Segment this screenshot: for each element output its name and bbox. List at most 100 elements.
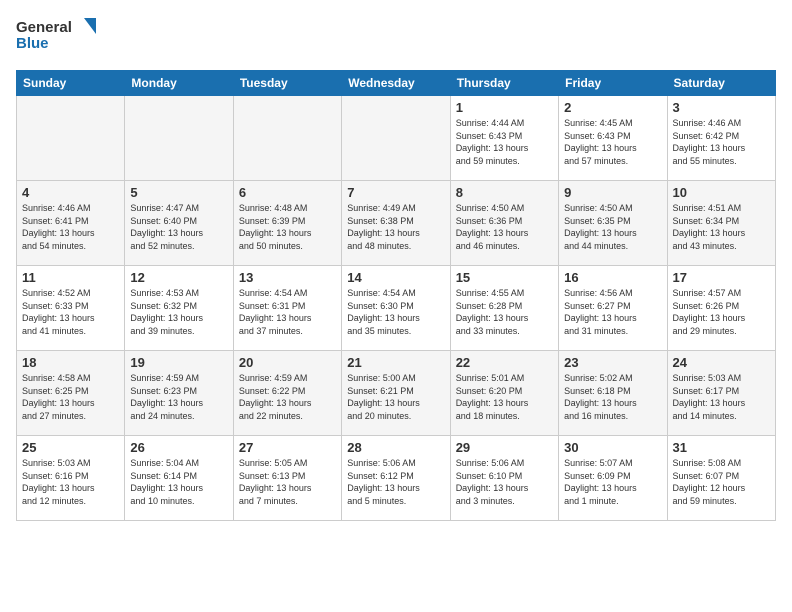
calendar-cell: 23 Sunrise: 5:02 AM Sunset: 6:18 PM Dayli…	[559, 351, 667, 436]
day-info: Sunrise: 5:04 AM Sunset: 6:14 PM Dayligh…	[130, 457, 227, 507]
day-number: 27	[239, 440, 336, 455]
calendar-week-5: 25Sunrise: 5:03 AM Sunset: 6:16 PM Dayli…	[17, 436, 776, 521]
calendar-cell	[125, 96, 233, 181]
calendar-week-4: 18Sunrise: 4:58 AM Sunset: 6:25 PM Dayli…	[17, 351, 776, 436]
calendar-cell: 29Sunrise: 5:06 AM Sunset: 6:10 PM Dayli…	[450, 436, 558, 521]
weekday-header-saturday: Saturday	[667, 71, 775, 96]
day-number: 30	[564, 440, 661, 455]
day-info: Sunrise: 4:47 AM Sunset: 6:40 PM Dayligh…	[130, 202, 227, 252]
calendar-cell: 25Sunrise: 5:03 AM Sunset: 6:16 PM Dayli…	[17, 436, 125, 521]
day-info: Sunrise: 5:06 AM Sunset: 6:12 PM Dayligh…	[347, 457, 444, 507]
calendar-cell: 4 Sunrise: 4:46 AM Sunset: 6:41 PM Daylig…	[17, 181, 125, 266]
calendar-cell: 14Sunrise: 4:54 AM Sunset: 6:30 PM Dayli…	[342, 266, 450, 351]
calendar-cell: 1 Sunrise: 4:44 AM Sunset: 6:43 PM Daylig…	[450, 96, 558, 181]
calendar-cell: 24 Sunrise: 5:03 AM Sunset: 6:17 PM Dayli…	[667, 351, 775, 436]
weekday-header-sunday: Sunday	[17, 71, 125, 96]
calendar-cell: 28Sunrise: 5:06 AM Sunset: 6:12 PM Dayli…	[342, 436, 450, 521]
day-info: Sunrise: 4:51 AM Sunset: 6:34 PM Dayligh…	[673, 202, 770, 252]
weekday-header-monday: Monday	[125, 71, 233, 96]
day-info: Sunrise: 4:54 AM Sunset: 6:30 PM Dayligh…	[347, 287, 444, 337]
day-info: Sunrise: 5:03 AM Sunset: 6:17 PM Dayligh…	[673, 372, 770, 422]
day-info: Sunrise: 5:07 AM Sunset: 6:09 PM Dayligh…	[564, 457, 661, 507]
calendar-cell: 13 Sunrise: 4:54 AM Sunset: 6:31 PM Dayli…	[233, 266, 341, 351]
day-number: 1	[456, 100, 553, 115]
day-number: 2	[564, 100, 661, 115]
day-info: Sunrise: 4:57 AM Sunset: 6:26 PM Dayligh…	[673, 287, 770, 337]
day-number: 9	[564, 185, 661, 200]
logo-svg: General Blue	[16, 16, 96, 58]
day-number: 24	[673, 355, 770, 370]
weekday-header-thursday: Thursday	[450, 71, 558, 96]
svg-text:General: General	[16, 19, 72, 36]
weekday-header-wednesday: Wednesday	[342, 71, 450, 96]
calendar-cell: 26 Sunrise: 5:04 AM Sunset: 6:14 PM Dayli…	[125, 436, 233, 521]
logo: General Blue	[16, 16, 96, 58]
day-info: Sunrise: 5:05 AM Sunset: 6:13 PM Dayligh…	[239, 457, 336, 507]
calendar-cell: 9 Sunrise: 4:50 AM Sunset: 6:35 PM Daylig…	[559, 181, 667, 266]
calendar-cell: 16 Sunrise: 4:56 AM Sunset: 6:27 PM Dayli…	[559, 266, 667, 351]
day-number: 23	[564, 355, 661, 370]
calendar-cell: 15 Sunrise: 4:55 AM Sunset: 6:28 PM Dayli…	[450, 266, 558, 351]
calendar-cell: 3 Sunrise: 4:46 AM Sunset: 6:42 PM Daylig…	[667, 96, 775, 181]
day-number: 16	[564, 270, 661, 285]
day-info: Sunrise: 4:59 AM Sunset: 6:23 PM Dayligh…	[130, 372, 227, 422]
day-info: Sunrise: 5:01 AM Sunset: 6:20 PM Dayligh…	[456, 372, 553, 422]
calendar-cell: 2 Sunrise: 4:45 AM Sunset: 6:43 PM Daylig…	[559, 96, 667, 181]
calendar-cell: 22 Sunrise: 5:01 AM Sunset: 6:20 PM Dayli…	[450, 351, 558, 436]
weekday-header-tuesday: Tuesday	[233, 71, 341, 96]
calendar-cell: 31 Sunrise: 5:08 AM Sunset: 6:07 PM Dayli…	[667, 436, 775, 521]
day-info: Sunrise: 4:50 AM Sunset: 6:35 PM Dayligh…	[564, 202, 661, 252]
day-number: 12	[130, 270, 227, 285]
day-info: Sunrise: 4:55 AM Sunset: 6:28 PM Dayligh…	[456, 287, 553, 337]
day-number: 26	[130, 440, 227, 455]
day-info: Sunrise: 4:59 AM Sunset: 6:22 PM Dayligh…	[239, 372, 336, 422]
calendar-cell: 21 Sunrise: 5:00 AM Sunset: 6:21 PM Dayli…	[342, 351, 450, 436]
day-info: Sunrise: 4:53 AM Sunset: 6:32 PM Dayligh…	[130, 287, 227, 337]
day-number: 15	[456, 270, 553, 285]
day-info: Sunrise: 5:00 AM Sunset: 6:21 PM Dayligh…	[347, 372, 444, 422]
calendar-cell: 19 Sunrise: 4:59 AM Sunset: 6:23 PM Dayli…	[125, 351, 233, 436]
day-number: 10	[673, 185, 770, 200]
day-info: Sunrise: 4:45 AM Sunset: 6:43 PM Dayligh…	[564, 117, 661, 167]
calendar-week-3: 11Sunrise: 4:52 AM Sunset: 6:33 PM Dayli…	[17, 266, 776, 351]
day-info: Sunrise: 5:08 AM Sunset: 6:07 PM Dayligh…	[673, 457, 770, 507]
day-info: Sunrise: 4:44 AM Sunset: 6:43 PM Dayligh…	[456, 117, 553, 167]
day-number: 29	[456, 440, 553, 455]
day-info: Sunrise: 4:46 AM Sunset: 6:41 PM Dayligh…	[22, 202, 119, 252]
day-info: Sunrise: 4:58 AM Sunset: 6:25 PM Dayligh…	[22, 372, 119, 422]
day-number: 21	[347, 355, 444, 370]
calendar-cell: 27 Sunrise: 5:05 AM Sunset: 6:13 PM Dayli…	[233, 436, 341, 521]
calendar-cell: 20Sunrise: 4:59 AM Sunset: 6:22 PM Dayli…	[233, 351, 341, 436]
calendar-cell: 6Sunrise: 4:48 AM Sunset: 6:39 PM Daylig…	[233, 181, 341, 266]
calendar-cell	[17, 96, 125, 181]
day-info: Sunrise: 4:54 AM Sunset: 6:31 PM Dayligh…	[239, 287, 336, 337]
day-info: Sunrise: 4:49 AM Sunset: 6:38 PM Dayligh…	[347, 202, 444, 252]
day-number: 25	[22, 440, 119, 455]
calendar-cell: 10 Sunrise: 4:51 AM Sunset: 6:34 PM Dayli…	[667, 181, 775, 266]
day-number: 5	[130, 185, 227, 200]
calendar-body: 1 Sunrise: 4:44 AM Sunset: 6:43 PM Daylig…	[17, 96, 776, 521]
day-info: Sunrise: 4:56 AM Sunset: 6:27 PM Dayligh…	[564, 287, 661, 337]
calendar-cell: 12 Sunrise: 4:53 AM Sunset: 6:32 PM Dayli…	[125, 266, 233, 351]
calendar-cell: 11Sunrise: 4:52 AM Sunset: 6:33 PM Dayli…	[17, 266, 125, 351]
calendar-cell	[233, 96, 341, 181]
day-number: 22	[456, 355, 553, 370]
day-number: 13	[239, 270, 336, 285]
day-number: 17	[673, 270, 770, 285]
day-number: 7	[347, 185, 444, 200]
day-number: 31	[673, 440, 770, 455]
calendar-header: SundayMondayTuesdayWednesdayThursdayFrid…	[17, 71, 776, 96]
day-number: 11	[22, 270, 119, 285]
calendar-cell: 8Sunrise: 4:50 AM Sunset: 6:36 PM Daylig…	[450, 181, 558, 266]
day-number: 4	[22, 185, 119, 200]
calendar-week-1: 1 Sunrise: 4:44 AM Sunset: 6:43 PM Daylig…	[17, 96, 776, 181]
calendar-cell: 5 Sunrise: 4:47 AM Sunset: 6:40 PM Daylig…	[125, 181, 233, 266]
calendar-week-2: 4 Sunrise: 4:46 AM Sunset: 6:41 PM Daylig…	[17, 181, 776, 266]
day-info: Sunrise: 5:02 AM Sunset: 6:18 PM Dayligh…	[564, 372, 661, 422]
day-info: Sunrise: 4:48 AM Sunset: 6:39 PM Dayligh…	[239, 202, 336, 252]
day-info: Sunrise: 4:50 AM Sunset: 6:36 PM Dayligh…	[456, 202, 553, 252]
weekday-header-row: SundayMondayTuesdayWednesdayThursdayFrid…	[17, 71, 776, 96]
day-number: 19	[130, 355, 227, 370]
day-info: Sunrise: 4:46 AM Sunset: 6:42 PM Dayligh…	[673, 117, 770, 167]
day-number: 3	[673, 100, 770, 115]
